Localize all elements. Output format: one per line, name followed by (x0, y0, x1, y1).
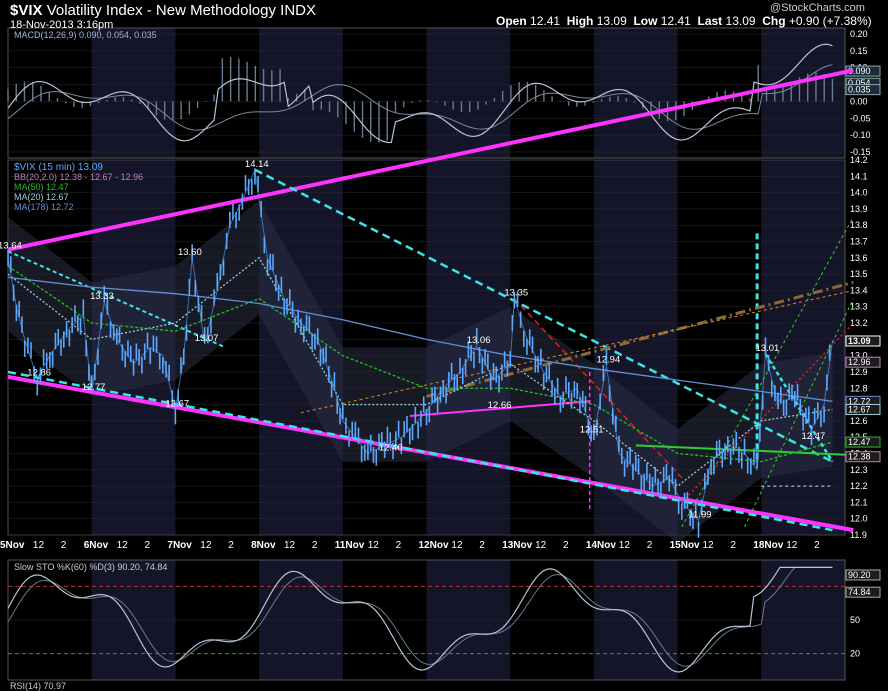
price-tick-label: 13.2 (850, 318, 868, 328)
price-tick-label: 14.1 (850, 171, 868, 181)
x-tick-label: 12Nov (419, 540, 449, 551)
macd-tick-label: -0.10 (850, 130, 871, 140)
x-tick-label: 18Nov (753, 540, 783, 551)
price-last-value: 12.38 (848, 452, 871, 462)
chart-datetime: 18-Nov-2013 3:16pm (10, 19, 114, 31)
x-tick-label: 2 (479, 540, 485, 551)
rsi-legend: RSI(14) 70.97 (10, 681, 66, 691)
macd-legend: MACD(12,26,9) 0.090, 0.054, 0.035 (14, 30, 157, 40)
day-band (91, 28, 176, 158)
stock-chart: 0.200.150.100.050.00-0.05-0.10-0.15MACD(… (0, 27, 881, 691)
macd-tick-label: -0.05 (850, 113, 871, 123)
price-legend-entry: MA(20) 12.67 (14, 192, 69, 202)
price-legend-entry: BB(20,2.0) 12.38 - 12.67 - 12.96 (14, 172, 143, 182)
x-tick-label: 2 (228, 540, 234, 551)
macd-tick-label: 0.00 (850, 96, 868, 106)
x-tick-label: 2 (61, 540, 67, 551)
x-tick-label: 12 (451, 540, 463, 551)
index-name: Volatility Index - New Methodology (46, 2, 276, 19)
x-tick-label: 5Nov (0, 540, 25, 551)
exchange: INDX (280, 2, 317, 19)
sto-tick-label: 20 (850, 649, 860, 659)
price-tick-label: 12.8 (850, 383, 868, 393)
x-tick-label: 12 (535, 540, 547, 551)
price-annotation: 13.33 (90, 291, 114, 302)
macd-tick-label: 0.20 (850, 29, 868, 39)
price-tick-label: 12.3 (850, 465, 868, 475)
sto-tick-label: 50 (850, 615, 860, 625)
x-tick-label: 6Nov (84, 540, 109, 551)
price-annotation: 12.67 (165, 398, 189, 409)
price-tick-label: 13.6 (850, 253, 868, 263)
price-annotation: 12.86 (27, 367, 51, 378)
price-annotation: 12.77 (82, 382, 106, 393)
symbol: $VIX (10, 2, 43, 19)
x-tick-label: 12 (33, 540, 45, 551)
x-tick-label: 12 (368, 540, 380, 551)
price-tick-label: 14.2 (850, 155, 868, 165)
x-tick-label: 8Nov (251, 540, 276, 551)
x-tick-label: 7Nov (167, 540, 192, 551)
price-last-value: 13.09 (848, 336, 871, 346)
price-annotation: 13.06 (467, 335, 491, 346)
sto-last-value: 74.84 (848, 587, 871, 597)
x-tick-label: 12 (703, 540, 715, 551)
price-tick-label: 13.5 (850, 269, 868, 279)
price-legend-entry: MA(178) 12.72 (14, 202, 74, 212)
price-tick-label: 12.1 (850, 497, 868, 507)
ohlc-readout: Open 12.41 High 13.09 Low 12.41 Last 13.… (496, 14, 872, 28)
x-tick-label: 2 (647, 540, 653, 551)
x-tick-label: 15Nov (670, 540, 700, 551)
price-annotation: 14.14 (245, 159, 269, 170)
price-tick-label: 13.3 (850, 302, 868, 312)
x-tick-label: 12 (200, 540, 212, 551)
x-tick-label: 2 (730, 540, 736, 551)
price-tick-label: 12.6 (850, 416, 868, 426)
price-annotation: 11.99 (689, 509, 712, 520)
price-tick-label: 13.7 (850, 237, 868, 247)
x-tick-label: 13Nov (502, 540, 532, 551)
macd-last-value: 0.035 (848, 85, 871, 95)
price-tick-label: 12.2 (850, 481, 868, 491)
price-annotation: 13.64 (0, 240, 22, 251)
price-tick-label: 12.9 (850, 367, 868, 377)
price-annotation: 12.66 (488, 400, 512, 411)
sto-last-value: 90.20 (848, 570, 871, 580)
x-tick-label: 2 (814, 540, 820, 551)
price-annotation: 12.40 (379, 442, 403, 453)
price-last-value: 12.67 (848, 404, 871, 414)
price-annotation: 13.01 (755, 343, 779, 354)
x-tick-label: 2 (145, 540, 151, 551)
price-tick-label: 12.0 (850, 514, 868, 524)
x-tick-label: 12 (619, 540, 631, 551)
price-annotation: 12.47 (802, 431, 826, 442)
x-tick-label: 12 (786, 540, 798, 551)
macd-tick-label: 0.15 (850, 46, 868, 56)
price-tick-label: 14.0 (850, 188, 868, 198)
price-annotation: 13.07 (195, 333, 219, 344)
price-annotation: 13.60 (178, 247, 202, 258)
price-annotation: 12.94 (596, 354, 620, 365)
x-tick-label: 12 (117, 540, 129, 551)
x-tick-label: 2 (563, 540, 569, 551)
x-tick-label: 11Nov (335, 540, 365, 551)
x-tick-label: 14Nov (586, 540, 616, 551)
price-tick-label: 13.8 (850, 220, 868, 230)
day-band (426, 28, 511, 158)
sto-legend: Slow STO %K(60) %D(3) 90.20, 74.84 (14, 562, 167, 572)
x-tick-label: 2 (396, 540, 402, 551)
watermark: @StockCharts.com (770, 2, 865, 14)
price-annotation: 12.51 (580, 425, 604, 436)
chart-title: $VIX Volatility Index - New Methodology … (10, 2, 316, 19)
price-annotation: 13.35 (504, 288, 528, 299)
x-tick-label: 2 (312, 540, 318, 551)
price-last-value: 12.47 (848, 437, 871, 447)
price-legend-entry: MA(50) 12.47 (14, 182, 69, 192)
price-last-value: 12.96 (848, 357, 871, 367)
price-tick-label: 13.9 (850, 204, 868, 214)
x-tick-label: 12 (284, 540, 296, 551)
